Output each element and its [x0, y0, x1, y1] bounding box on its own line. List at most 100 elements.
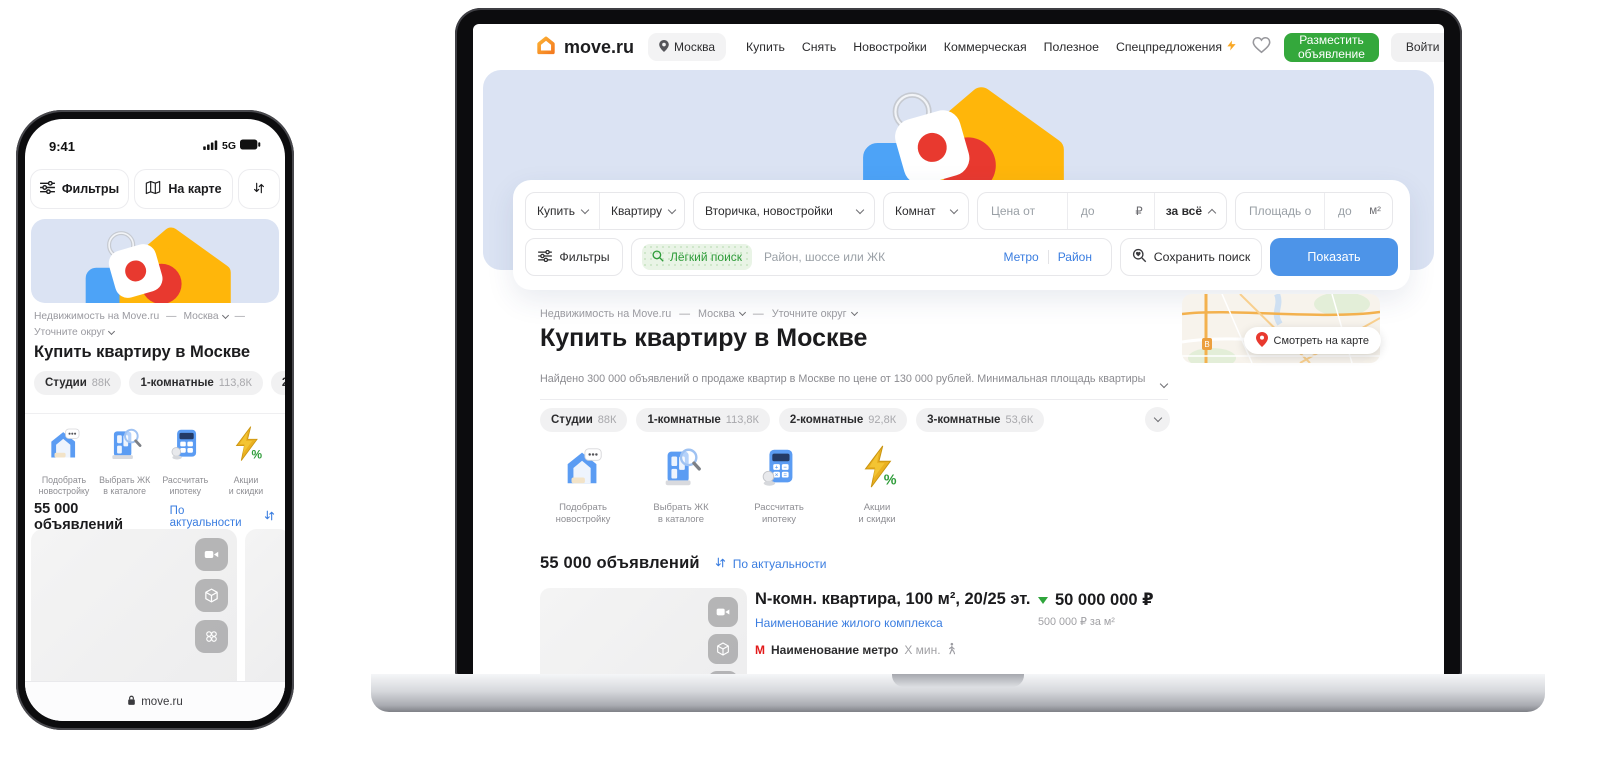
listing-complex-link[interactable]: Наименование жилого комплекса: [755, 616, 943, 630]
divider: [25, 413, 285, 414]
listing-price-per: 500 000 ₽ за м²: [1038, 615, 1154, 628]
save-search-button[interactable]: Сохранить поиск: [1120, 238, 1262, 276]
area-from-input[interactable]: [1247, 203, 1313, 219]
filters-button[interactable]: Фильтры: [525, 238, 623, 276]
price-mode-select[interactable]: за всё: [1154, 193, 1226, 229]
map-preview[interactable]: В Смотреть на карте: [1182, 294, 1380, 363]
location-search-input[interactable]: [762, 249, 984, 265]
area-unit-suffix: м²: [1369, 205, 1381, 217]
status-time: 9:41: [49, 139, 75, 154]
metro-name: Наименование метро: [771, 643, 898, 657]
district-link[interactable]: Район: [1048, 250, 1101, 264]
svg-text:%: %: [884, 472, 897, 488]
phone-room-chips: Студии88К 1-комнатные113,8К 2-комнатные9…: [34, 371, 285, 395]
chevron-down-icon: [222, 311, 229, 318]
breadcrumb: Недвижимость на Move.ru — Москва — Уточн…: [540, 308, 857, 320]
phone-url-bar[interactable]: move.ru: [25, 681, 285, 721]
object-select[interactable]: Квартиру: [599, 193, 685, 229]
show-results-button[interactable]: Показать: [1270, 238, 1398, 276]
video-icon[interactable]: [195, 538, 228, 571]
price-from-input[interactable]: [989, 203, 1056, 219]
breadcrumb-district[interactable]: Уточните округ: [34, 327, 114, 338]
price-down-icon: [1038, 597, 1048, 604]
easy-search-toggle[interactable]: Лёгкий поиск: [642, 244, 752, 270]
description-expand-chevron[interactable]: [1161, 374, 1167, 392]
lightning-percent-icon: %: [854, 444, 900, 495]
chip-studio[interactable]: Студии88К: [34, 371, 121, 395]
service-promotions[interactable]: % Акциии скидки: [217, 425, 275, 498]
breadcrumb-root[interactable]: Недвижимость на Move.ru: [540, 308, 671, 320]
nav-link-rent[interactable]: Снять: [802, 40, 836, 54]
cube-3d-icon[interactable]: [708, 634, 738, 664]
area-to-input[interactable]: [1336, 203, 1362, 219]
login-button[interactable]: Войти: [1391, 33, 1444, 62]
svg-text:%: %: [252, 447, 263, 461]
save-search-icon: [1132, 248, 1147, 266]
laptop-base: [371, 674, 1545, 712]
price-to-cell: ₽: [1067, 193, 1154, 229]
divider: [540, 399, 1168, 400]
service-pick-newbuilding[interactable]: Подобратьновостройку: [545, 444, 621, 527]
listing-photo[interactable]: [540, 588, 747, 676]
service-pick-newbuilding[interactable]: Подобратьновостройку: [35, 425, 93, 498]
phone-status-bar: 9:41 5G: [25, 137, 285, 155]
chip-3room[interactable]: 3-комнатные53,6К: [916, 408, 1044, 432]
breadcrumb-district[interactable]: Уточните округ: [772, 308, 857, 320]
breadcrumb-city[interactable]: Москва: [698, 308, 745, 320]
brand-logo[interactable]: move.ru: [535, 34, 634, 61]
chip-studio[interactable]: Студии88К: [540, 408, 627, 432]
metro-link[interactable]: Метро: [994, 250, 1047, 264]
chip-2room[interactable]: 2-комнатные92,8К: [271, 371, 285, 395]
city-selector[interactable]: Москва: [648, 33, 726, 61]
phone-filters-button[interactable]: Фильтры: [30, 169, 129, 209]
chevron-up-icon: [1208, 208, 1216, 216]
calculator-icon: [166, 425, 204, 468]
rooms-group: Комнат: [883, 192, 969, 230]
service-mortgage-calc[interactable]: +−×= Рассчитатьипотеку: [741, 444, 817, 527]
sort-control[interactable]: По актуальности: [714, 556, 827, 572]
price-to-input[interactable]: [1079, 203, 1129, 219]
service-catalog[interactable]: Выбрать ЖКв каталоге: [96, 425, 154, 498]
view-on-map-button[interactable]: Смотреть на карте: [1244, 327, 1381, 354]
sort-control[interactable]: По актуальности: [170, 505, 276, 529]
breadcrumb-root[interactable]: Недвижимость на Move.ru: [34, 311, 159, 322]
chevron-down-icon: [856, 205, 864, 213]
results-header: 55 000 объявлений По актуальности: [540, 554, 826, 573]
media-badges: [195, 538, 228, 653]
favorites-heart-icon[interactable]: [1251, 35, 1272, 59]
lock-icon: [127, 695, 136, 709]
panorama-icon[interactable]: [195, 620, 228, 653]
post-listing-button[interactable]: Разместить объявление: [1284, 33, 1379, 62]
phone-listing-photo[interactable]: [31, 529, 237, 695]
nav-link-newbuildings[interactable]: Новостройки: [853, 40, 927, 54]
deal-select[interactable]: Купить: [526, 193, 599, 229]
rooms-select[interactable]: Комнат: [884, 193, 968, 229]
market-select[interactable]: Вторичка, новостройки: [694, 193, 874, 229]
phone-next-listing-photo[interactable]: [245, 529, 285, 695]
nav-link-buy[interactable]: Купить: [746, 40, 785, 54]
page-title: Купить квартиру в Москве: [540, 324, 867, 353]
chevron-down-icon: [950, 205, 958, 213]
breadcrumb-city[interactable]: Москва: [183, 311, 227, 322]
listing-title[interactable]: N-комн. квартира, 100 м², 20/25 эт.: [755, 590, 1031, 609]
nav-link-commercial[interactable]: Коммерческая: [944, 40, 1027, 54]
chips-expand-button[interactable]: [1145, 407, 1170, 432]
chip-2room[interactable]: 2-комнатные92,8К: [779, 408, 907, 432]
service-promotions[interactable]: % Акциии скидки: [839, 444, 915, 527]
cube-3d-icon[interactable]: [195, 579, 228, 612]
nav-link-specials[interactable]: Спецпредложения: [1116, 39, 1237, 55]
phone-hero-banner: [31, 219, 279, 303]
nav-link-useful[interactable]: Полезное: [1044, 40, 1099, 54]
phone-on-map-button[interactable]: Метро На карте: [134, 169, 233, 209]
stage: move.ru Москва Купить Снять Новостройки …: [0, 0, 1624, 760]
market-group: Вторичка, новостройки: [693, 192, 875, 230]
service-catalog[interactable]: Выбрать ЖКв каталоге: [643, 444, 719, 527]
chip-1room[interactable]: 1-комнатные113,8К: [129, 371, 262, 395]
phone-sort-button[interactable]: [238, 169, 280, 209]
map-icon: [145, 180, 161, 198]
chip-1room[interactable]: 1-комнатные113,8К: [636, 408, 769, 432]
video-icon[interactable]: [708, 597, 738, 627]
building-magnifier-icon: [658, 444, 704, 495]
building-magnifier-icon: [106, 425, 144, 468]
service-mortgage-calc[interactable]: Рассчитатьипотеку: [156, 425, 214, 498]
